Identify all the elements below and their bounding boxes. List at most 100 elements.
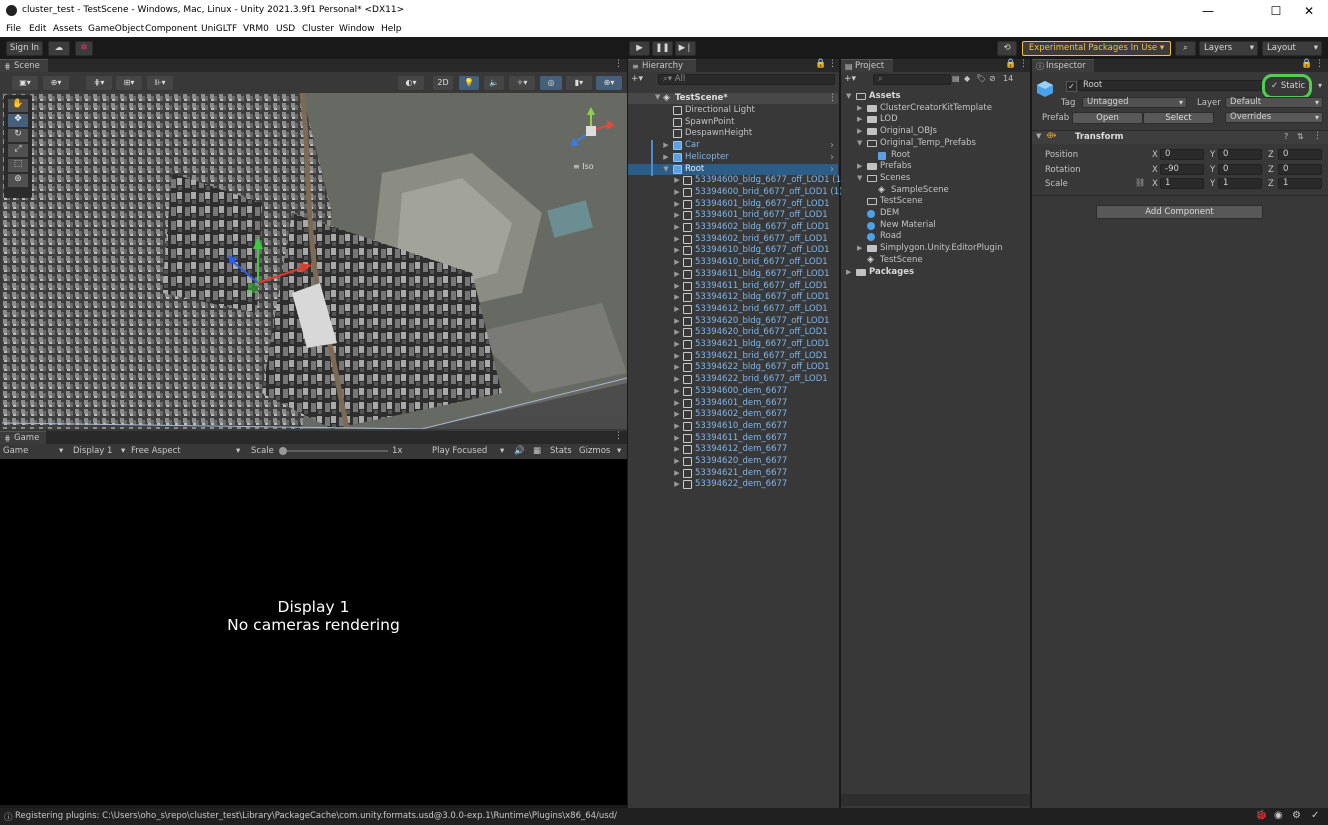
expand-arrow-icon[interactable]: ▶	[673, 468, 681, 480]
global-icon[interactable]: ⊕▾	[43, 76, 69, 90]
hidden-packages-icon[interactable]: ⊘	[989, 74, 996, 83]
menu-assets[interactable]: Assets	[53, 24, 82, 34]
expand-arrow-icon[interactable]: ▼	[662, 164, 670, 176]
play-button[interactable]: ▶	[629, 41, 650, 56]
hierarchy-child-item[interactable]: ▶ 53394612_dem_6677	[628, 444, 838, 456]
project-item[interactable]: TestScene	[843, 196, 1029, 208]
hierarchy-child-item[interactable]: ▶ 53394611_bldg_6677_off_LOD1	[628, 269, 838, 281]
expand-arrow-icon[interactable]: ▶	[662, 140, 670, 152]
expand-arrow-icon[interactable]: ▶	[673, 456, 681, 468]
display-dropdown[interactable]: Display 1 ▾	[73, 445, 128, 458]
project-slider[interactable]	[841, 794, 1030, 806]
scene-viewport[interactable]: ≡ Iso ✋ ✥ ↻ ⤢ ⬚ ⊛	[2, 93, 627, 429]
expand-arrow-icon[interactable]: ▶	[662, 152, 670, 164]
expand-arrow-icon[interactable]: ▼	[857, 138, 862, 150]
layers-dropdown[interactable]: Layers ▾	[1199, 41, 1258, 56]
game-viewport[interactable]: Display 1 No cameras rendering	[0, 459, 627, 805]
rect-tool-icon[interactable]: ⬚	[8, 159, 28, 172]
layout-dropdown[interactable]: Layout ▾	[1262, 41, 1322, 56]
rotation-z-field[interactable]: 0	[1278, 164, 1322, 175]
project-item[interactable]: ▶ LOD	[843, 114, 1029, 126]
expand-arrow-icon[interactable]: ▶	[673, 292, 681, 304]
hierarchy-child-item[interactable]: ▶ 53394602_bldg_6677_off_LOD1	[628, 222, 838, 234]
prefab-cube-icon[interactable]	[1036, 80, 1054, 98]
snap-grid-icon[interactable]: ⋕▾	[86, 76, 112, 90]
hierarchy-child-item[interactable]: ▶ 53394610_brid_6677_off_LOD1	[628, 257, 838, 269]
hierarchy-child-item[interactable]: ▶ 53394620_dem_6677	[628, 456, 838, 468]
aspect-dropdown[interactable]: Free Aspect ▾	[131, 445, 246, 458]
prefab-open-arrow-icon[interactable]: ›	[828, 152, 836, 164]
expand-arrow-icon[interactable]: ▶	[673, 210, 681, 222]
expand-arrow-icon[interactable]: ▶	[673, 316, 681, 328]
menu-component[interactable]: Component	[145, 24, 197, 34]
search-label-icon[interactable]: ◆	[964, 74, 970, 83]
menu-unigltf[interactable]: UniGLTF	[201, 24, 237, 34]
constrain-proportions-icon[interactable]: ⛓	[1135, 178, 1145, 187]
search-type-icon[interactable]: ▤	[952, 74, 960, 83]
minimize-button[interactable]: —	[1185, 2, 1231, 20]
layer-dropdown[interactable]: Default	[1225, 97, 1323, 108]
active-checkbox[interactable]: ✓	[1066, 81, 1077, 92]
project-item[interactable]: ▼ Assets	[843, 91, 1029, 103]
debug-icon[interactable]: 🐞	[1255, 810, 1267, 821]
expand-arrow-icon[interactable]: ▶	[673, 421, 681, 433]
hierarchy-child-item[interactable]: ▶ 53394621_dem_6677	[628, 468, 838, 480]
project-item[interactable]: New Material	[843, 220, 1029, 232]
object-name-field[interactable]: Root	[1078, 80, 1263, 91]
hierarchy-item[interactable]: ▶ › Car	[628, 140, 838, 153]
expand-arrow-icon[interactable]: ▶	[673, 327, 681, 339]
close-button[interactable]: ✕	[1286, 2, 1328, 20]
game-menu-icon[interactable]: ⋮	[614, 431, 623, 441]
hierarchy-child-item[interactable]: ▶ 53394612_bldg_6677_off_LOD1	[628, 292, 838, 304]
hierarchy-child-item[interactable]: ▶ 53394601_dem_6677	[628, 398, 838, 410]
auto-generate-lighting-icon[interactable]: ⚙	[1292, 810, 1301, 821]
cloud-icon[interactable]: ☁	[48, 41, 70, 56]
create-asset-icon[interactable]: +▾	[844, 74, 856, 84]
menu-cluster[interactable]: Cluster	[302, 24, 334, 34]
presets-icon[interactable]: ⇅	[1297, 132, 1304, 141]
hierarchy-child-item[interactable]: ▶ 53394601_brid_6677_off_LOD1	[628, 210, 838, 222]
expand-arrow-icon[interactable]: ▶	[673, 222, 681, 234]
hierarchy-child-item[interactable]: ▶ 53394620_bldg_6677_off_LOD1	[628, 316, 838, 328]
expand-arrow-icon[interactable]: ▼	[846, 91, 851, 103]
scene-header-row[interactable]: ▼ ◈ TestScene* ⋮	[628, 93, 838, 104]
play-focused-dropdown[interactable]: Play Focused ▾	[432, 445, 510, 458]
tab-project[interactable]: ▤ Project	[841, 59, 893, 72]
draw-mode-icon[interactable]: ◐▾	[398, 76, 424, 90]
rotate-tool-icon[interactable]: ↻	[8, 129, 28, 142]
project-menu-icon[interactable]: ⋮	[1019, 59, 1028, 69]
tab-scene[interactable]: ⋕ Scene	[0, 59, 48, 72]
step-button[interactable]: ▶❘	[675, 41, 696, 56]
expand-arrow-icon[interactable]: ▶	[673, 444, 681, 456]
hierarchy-child-item[interactable]: ▶ 53394600_bldg_6677_off_LOD1 (1)	[628, 175, 844, 187]
expand-arrow-icon[interactable]: ▶	[673, 398, 681, 410]
scale-slider[interactable]	[279, 447, 388, 455]
favorite-icon[interactable]: 🏷	[976, 74, 986, 83]
project-search-input[interactable]: ⌕	[873, 74, 951, 85]
hidden-objects-icon[interactable]: ◎	[540, 76, 562, 90]
hierarchy-child-item[interactable]: ▶ 53394612_brid_6677_off_LOD1	[628, 304, 838, 316]
collab-icon[interactable]: ✲	[75, 41, 93, 56]
expand-arrow-icon[interactable]: ▶	[857, 103, 862, 115]
expand-arrow-icon[interactable]: ▶	[857, 161, 862, 173]
expand-arrow-icon[interactable]: ▶	[673, 374, 681, 386]
orientation-gizmo[interactable]	[565, 105, 617, 157]
expand-arrow-icon[interactable]: ▼	[655, 93, 660, 101]
lighting-icon[interactable]: 💡	[459, 76, 479, 90]
hierarchy-child-item[interactable]: ▶ 53394611_dem_6677	[628, 433, 838, 445]
experimental-packages-dropdown[interactable]: Experimental Packages In Use ▾	[1022, 41, 1171, 56]
static-checkbox[interactable]: ✓ Static	[1271, 81, 1305, 91]
expand-arrow-icon[interactable]: ▶	[673, 257, 681, 269]
scale-y-field[interactable]: 1	[1218, 178, 1262, 189]
stats-icon[interactable]: ▦	[533, 445, 541, 458]
lock-icon[interactable]: 🔒	[1301, 59, 1312, 69]
position-z-field[interactable]: 0	[1278, 149, 1322, 160]
move-tool-icon[interactable]: ✥	[8, 114, 28, 127]
expand-arrow-icon[interactable]: ▶	[673, 175, 681, 187]
position-x-field[interactable]: 0	[1160, 149, 1204, 160]
lock-icon[interactable]: 🔒	[815, 59, 826, 69]
project-item[interactable]: ▶ Simplygon.Unity.EditorPlugin	[843, 243, 1029, 255]
menu-window[interactable]: Window	[339, 24, 375, 34]
tab-hierarchy[interactable]: ≡ Hierarchy	[628, 59, 696, 72]
camera-icon[interactable]: ▮▾	[566, 76, 592, 90]
